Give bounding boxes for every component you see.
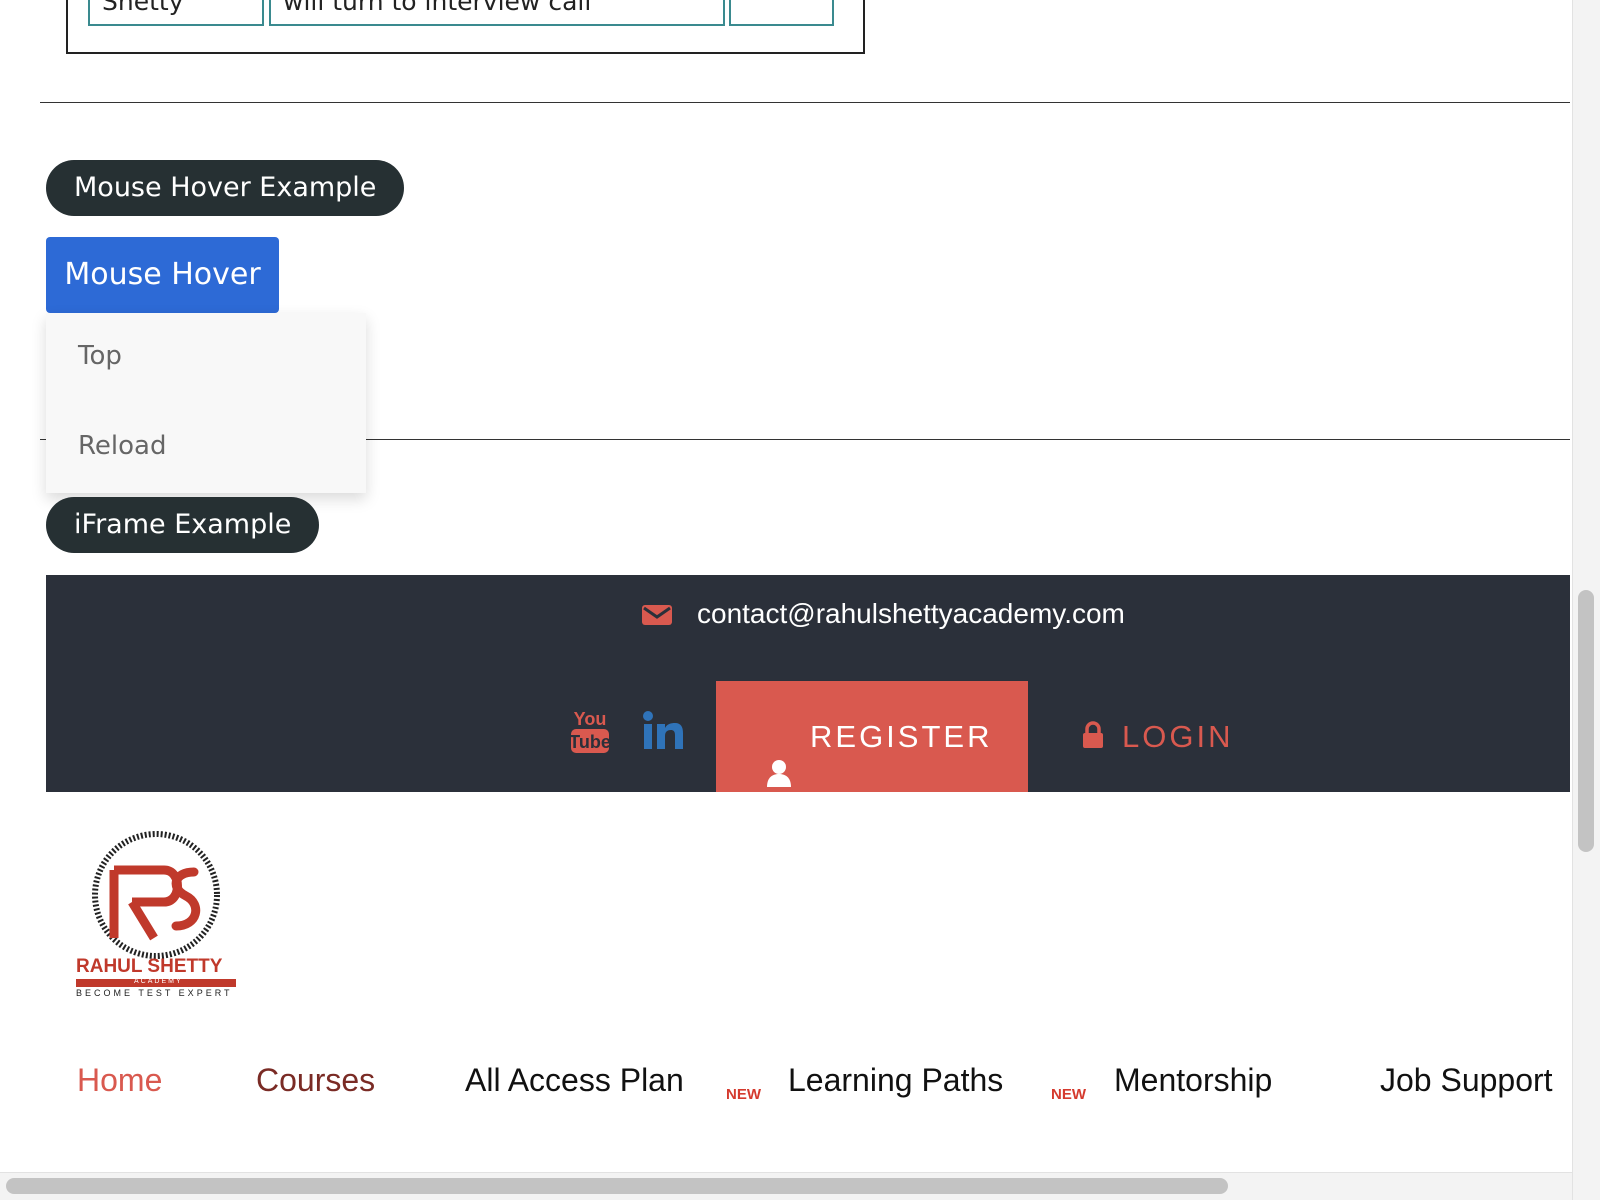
menu-item-top[interactable]: Top (78, 341, 122, 371)
login-label: LOGIN (1122, 719, 1234, 754)
horizontal-scroll-thumb[interactable] (6, 1178, 1228, 1194)
table-cell-description: will turn to interview call (269, 0, 725, 26)
nav-learning-paths[interactable]: Learning Paths (788, 1062, 1003, 1099)
table-cell-name: Shetty (88, 0, 264, 26)
hover-dropdown-menu: Top Reload (46, 313, 366, 493)
new-badge: NEW (1051, 1086, 1086, 1103)
register-button[interactable]: REGISTER (716, 681, 1028, 792)
table-fragment: Shetty will turn to interview call (66, 0, 865, 54)
svg-text:Tube: Tube (570, 732, 610, 752)
brand-name: RAHUL SHETTY (76, 956, 223, 977)
mouse-hover-heading: Mouse Hover Example (46, 160, 405, 216)
user-icon (766, 721, 792, 832)
lock-icon (1082, 721, 1104, 757)
iframe-heading: iFrame Example (46, 497, 320, 553)
brand-logo[interactable]: RAHUL SHETTY ACADEMY BECOME TEST EXPERT (74, 830, 246, 1000)
nav-courses[interactable]: Courses (256, 1062, 375, 1099)
nav-job-support[interactable]: Job Support (1380, 1062, 1572, 1099)
menu-item-reload[interactable]: Reload (78, 431, 166, 461)
svg-text:You: You (574, 709, 607, 729)
contact-bar: contact@rahulshettyacademy.com You Tube … (46, 575, 1570, 792)
vertical-scroll-thumb[interactable] (1578, 590, 1594, 852)
nav-mentorship[interactable]: Mentorship (1114, 1062, 1272, 1099)
mouse-hover-button[interactable]: Mouse Hover (46, 237, 279, 313)
divider (40, 102, 1570, 103)
youtube-icon[interactable]: You Tube (569, 707, 611, 759)
register-label: REGISTER (810, 719, 993, 754)
table-cell-extra (729, 0, 834, 26)
new-badge: NEW (726, 1086, 761, 1103)
nav-all-access-plan[interactable]: All Access Plan (465, 1062, 684, 1099)
linkedin-icon[interactable] (642, 711, 684, 755)
brand-sub: ACADEMY (134, 978, 183, 985)
brand-tagline: BECOME TEST EXPERT (76, 988, 233, 998)
nav-home[interactable]: Home (77, 1062, 162, 1099)
envelope-icon (642, 603, 672, 631)
contact-email[interactable]: contact@rahulshettyacademy.com (697, 598, 1125, 630)
